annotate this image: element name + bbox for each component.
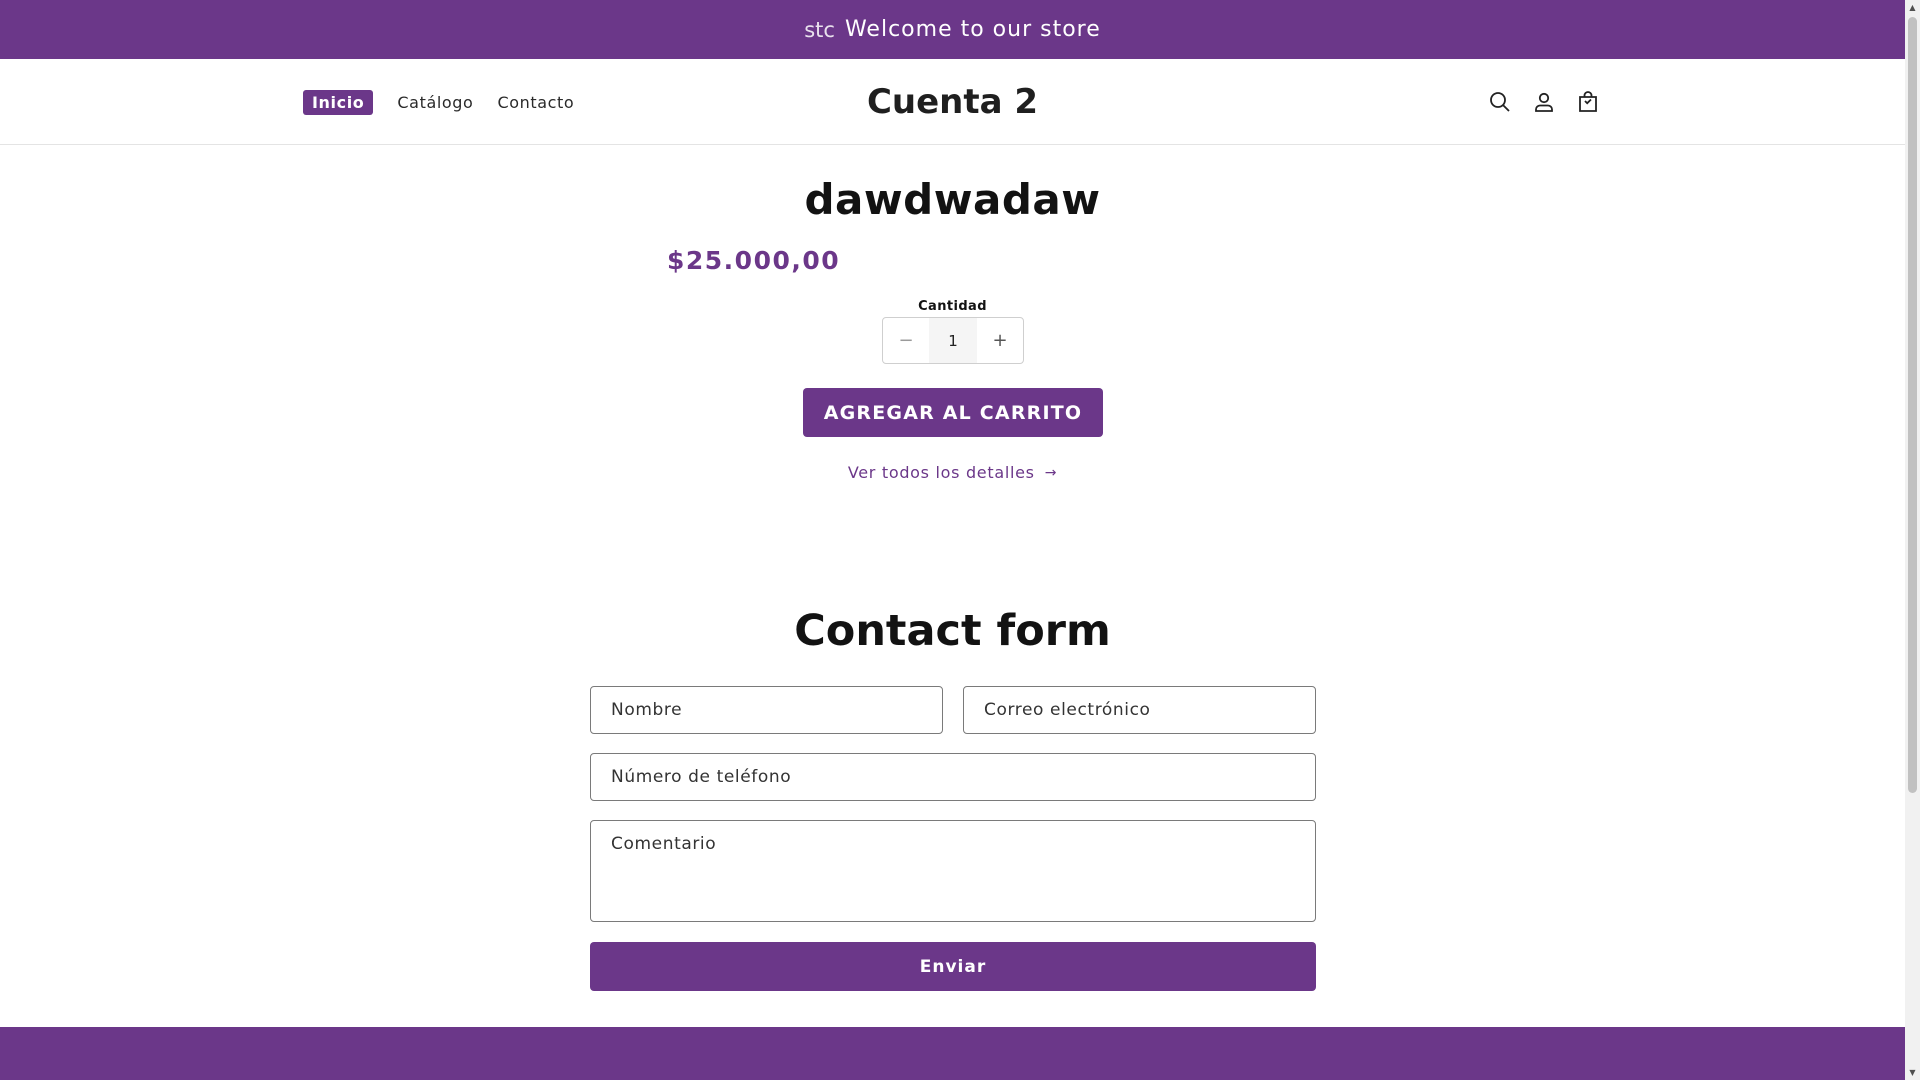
- footer-band: [0, 1027, 1905, 1080]
- comment-field[interactable]: Comentario: [590, 820, 1316, 922]
- main-nav: Inicio Catálogo Contacto: [303, 59, 598, 145]
- submit-button[interactable]: Enviar: [590, 942, 1316, 991]
- header-icons: [1485, 59, 1603, 145]
- cart-icon[interactable]: [1573, 87, 1603, 117]
- vertical-scrollbar[interactable]: ▲ ▼: [1905, 0, 1920, 1080]
- view-details-link[interactable]: Ver todos los detalles →: [0, 463, 1905, 482]
- quantity-increment-button[interactable]: +: [977, 318, 1023, 363]
- contact-form-title: Contact form: [794, 606, 1111, 656]
- quantity-decrement-button[interactable]: −: [883, 318, 929, 363]
- scroll-down-icon[interactable]: ▼: [1905, 1065, 1920, 1080]
- nav-item-inicio[interactable]: Inicio: [303, 89, 374, 115]
- quantity-stepper: − 1 +: [882, 317, 1024, 364]
- announcement-text: Welcome to our store: [844, 17, 1101, 42]
- phone-field[interactable]: Número de teléfono: [590, 753, 1316, 801]
- announcement-ghost-text: stc: [804, 17, 835, 42]
- name-field[interactable]: Nombre: [590, 686, 943, 734]
- store-logo[interactable]: Cuenta 2: [0, 59, 1905, 145]
- view-details-label: Ver todos los detalles: [847, 463, 1035, 482]
- scrollbar-thumb[interactable]: [1908, 17, 1917, 793]
- product-title: dawdwadaw: [804, 175, 1101, 224]
- nav-item-contacto[interactable]: Contacto: [497, 93, 574, 112]
- quantity-input[interactable]: 1: [929, 318, 977, 363]
- nav-item-catalogo[interactable]: Catálogo: [397, 93, 473, 112]
- arrow-right-icon: →: [1044, 464, 1058, 481]
- quantity-label: Cantidad: [918, 299, 987, 314]
- product-price: $25.000,00: [667, 246, 841, 275]
- add-to-cart-button[interactable]: AGREGAR AL CARRITO: [803, 388, 1103, 437]
- scroll-up-icon[interactable]: ▲: [1905, 0, 1920, 15]
- announcement-bar: stc Welcome to our store: [0, 0, 1905, 59]
- site-header: Inicio Catálogo Contacto Cuenta 2: [0, 59, 1905, 145]
- account-icon[interactable]: [1529, 87, 1559, 117]
- search-icon[interactable]: [1485, 87, 1515, 117]
- page: stc Welcome to our store Inicio Catálogo…: [0, 0, 1905, 1080]
- email-field[interactable]: Correo electrónico: [963, 686, 1316, 734]
